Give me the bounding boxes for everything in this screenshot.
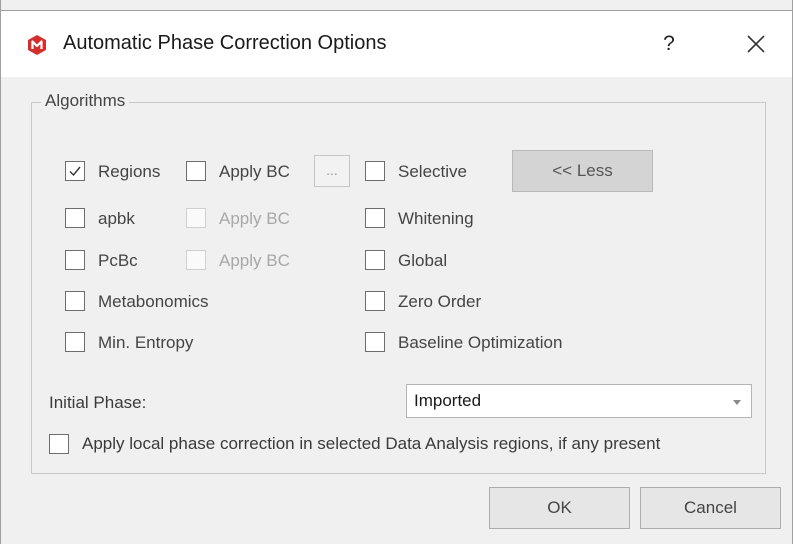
whitening-label: Whitening bbox=[398, 209, 474, 228]
apply-bc-pcbc-checkbox[interactable] bbox=[186, 250, 206, 270]
checkmark-icon bbox=[69, 166, 81, 177]
zero-order-label: Zero Order bbox=[398, 292, 482, 311]
dialog-title: Automatic Phase Correction Options bbox=[63, 32, 387, 54]
chevron-down-icon bbox=[733, 400, 741, 405]
global-checkbox[interactable] bbox=[365, 250, 385, 270]
phase-correction-dialog: Automatic Phase Correction Options ? Alg… bbox=[0, 0, 793, 544]
regions-checkbox[interactable] bbox=[65, 161, 85, 181]
less-button[interactable]: << Less bbox=[512, 150, 653, 192]
help-button[interactable]: ? bbox=[657, 27, 681, 61]
initial-phase-select[interactable]: Imported bbox=[406, 384, 752, 418]
algorithms-group bbox=[31, 102, 766, 474]
cancel-button[interactable]: Cancel bbox=[640, 487, 781, 529]
selective-checkbox[interactable] bbox=[365, 161, 385, 181]
baseline-optimization-checkbox[interactable] bbox=[365, 332, 385, 352]
local-phase-label: Apply local phase correction in selected… bbox=[82, 434, 661, 453]
baseline-optimization-label: Baseline Optimization bbox=[398, 333, 563, 352]
apbk-checkbox[interactable] bbox=[65, 208, 85, 228]
algorithms-group-label: Algorithms bbox=[41, 91, 130, 111]
whitening-checkbox[interactable] bbox=[365, 208, 385, 228]
metabonomics-label: Metabonomics bbox=[98, 292, 209, 311]
regions-settings-button[interactable]: ... bbox=[314, 155, 350, 187]
selective-label: Selective bbox=[398, 162, 467, 181]
pcbc-checkbox[interactable] bbox=[65, 250, 85, 270]
metabonomics-checkbox[interactable] bbox=[65, 291, 85, 311]
apply-bc-pcbc-label: Apply BC bbox=[219, 251, 290, 270]
ok-button[interactable]: OK bbox=[489, 487, 630, 529]
title-bar: Automatic Phase Correction Options ? bbox=[1, 10, 792, 77]
local-phase-checkbox[interactable] bbox=[49, 434, 69, 454]
min-entropy-checkbox[interactable] bbox=[65, 332, 85, 352]
close-icon bbox=[747, 35, 765, 53]
apply-bc-apbk-label: Apply BC bbox=[219, 209, 290, 228]
global-label: Global bbox=[398, 251, 448, 270]
pcbc-label: PcBc bbox=[98, 251, 138, 270]
apply-bc-regions-checkbox[interactable] bbox=[186, 161, 206, 181]
min-entropy-label: Min. Entropy bbox=[98, 333, 194, 352]
close-button[interactable] bbox=[739, 27, 773, 61]
apply-bc-apbk-checkbox[interactable] bbox=[186, 208, 206, 228]
zero-order-checkbox[interactable] bbox=[365, 291, 385, 311]
regions-label: Regions bbox=[98, 162, 161, 181]
initial-phase-value: Imported bbox=[414, 391, 482, 410]
magnetic-resonance-logo-icon bbox=[28, 35, 46, 55]
initial-phase-label: Initial Phase: bbox=[49, 393, 147, 412]
apbk-label: apbk bbox=[98, 209, 135, 228]
apply-bc-regions-label: Apply BC bbox=[219, 162, 290, 181]
